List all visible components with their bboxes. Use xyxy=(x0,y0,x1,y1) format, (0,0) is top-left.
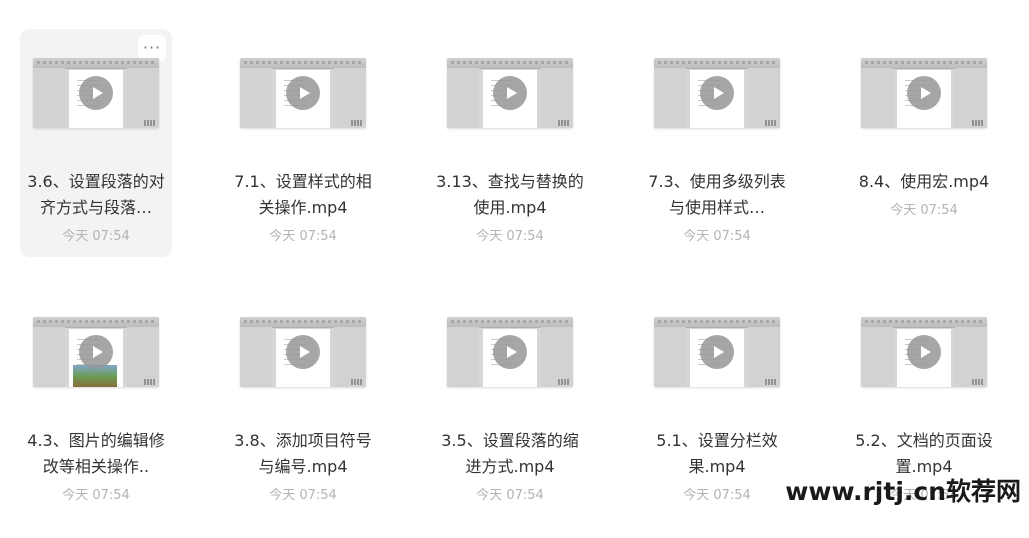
file-item[interactable]: 4.3、图片的编辑修改等相关操作.. 今天 07:54 xyxy=(20,288,172,516)
file-item[interactable]: 5.1、设置分栏效果.mp4 今天 07:54 xyxy=(641,288,793,516)
file-name: 8.4、使用宏.mp4 xyxy=(858,172,990,191)
video-thumbnail xyxy=(861,317,987,387)
file-time: 今天 07:54 xyxy=(62,229,130,244)
file-item[interactable]: 8.4、使用宏.mp4 今天 07:54 xyxy=(848,29,1000,257)
file-item[interactable]: 7.1、设置样式的相关操作.mp4 今天 07:54 xyxy=(227,29,379,257)
file-name: 3.8、添加项目符号与编号.mp4 xyxy=(234,431,372,476)
file-name: 3.13、查找与替换的使用.mp4 xyxy=(436,172,584,217)
file-name: 7.1、设置样式的相关操作.mp4 xyxy=(234,172,372,217)
play-icon[interactable] xyxy=(700,335,734,369)
video-thumbnail xyxy=(861,58,987,128)
file-time: 今天 07:54 xyxy=(683,488,751,503)
file-time: 今天 07:54 xyxy=(269,229,337,244)
more-dots-icon: ··· xyxy=(142,38,162,57)
play-icon[interactable] xyxy=(493,76,527,110)
video-thumbnail xyxy=(33,317,159,387)
play-icon[interactable] xyxy=(493,335,527,369)
play-icon[interactable] xyxy=(700,76,734,110)
file-time: 今天 07:54 xyxy=(890,203,958,218)
site-watermark: www.rjtj.cn软荐网 xyxy=(785,477,1021,506)
play-icon[interactable] xyxy=(286,335,320,369)
file-time: 今天 07:54 xyxy=(269,488,337,503)
play-icon[interactable] xyxy=(907,76,941,110)
file-name: 7.3、使用多级列表与使用样式… xyxy=(648,172,786,217)
video-thumbnail xyxy=(654,58,780,128)
file-item[interactable]: 3.8、添加项目符号与编号.mp4 今天 07:54 xyxy=(227,288,379,516)
file-item[interactable]: 7.3、使用多级列表与使用样式… 今天 07:54 xyxy=(641,29,793,257)
play-icon[interactable] xyxy=(79,335,113,369)
file-name: 3.5、设置段落的缩进方式.mp4 xyxy=(441,431,579,476)
file-item[interactable]: 3.13、查找与替换的使用.mp4 今天 07:54 xyxy=(434,29,586,257)
file-grid: ··· 3.6、设置段落的对齐方式与段落… 今天 07:54 7.1、设置样式的… xyxy=(0,0,1029,538)
video-thumbnail xyxy=(240,317,366,387)
play-icon[interactable] xyxy=(286,76,320,110)
file-name: 4.3、图片的编辑修改等相关操作.. xyxy=(27,431,165,476)
file-name: 3.6、设置段落的对齐方式与段落… xyxy=(27,172,165,217)
file-time: 今天 07:54 xyxy=(62,488,130,503)
play-icon[interactable] xyxy=(79,76,113,110)
file-name: 5.1、设置分栏效果.mp4 xyxy=(656,431,778,476)
file-time: 今天 07:54 xyxy=(683,229,751,244)
video-thumbnail xyxy=(447,58,573,128)
play-icon[interactable] xyxy=(907,335,941,369)
file-item[interactable]: ··· 3.6、设置段落的对齐方式与段落… 今天 07:54 xyxy=(20,29,172,257)
video-thumbnail xyxy=(654,317,780,387)
file-time: 今天 07:54 xyxy=(476,488,544,503)
video-thumbnail xyxy=(447,317,573,387)
video-thumbnail xyxy=(240,58,366,128)
file-item[interactable]: 3.5、设置段落的缩进方式.mp4 今天 07:54 xyxy=(434,288,586,516)
video-thumbnail xyxy=(33,58,159,128)
file-time: 今天 07:54 xyxy=(476,229,544,244)
